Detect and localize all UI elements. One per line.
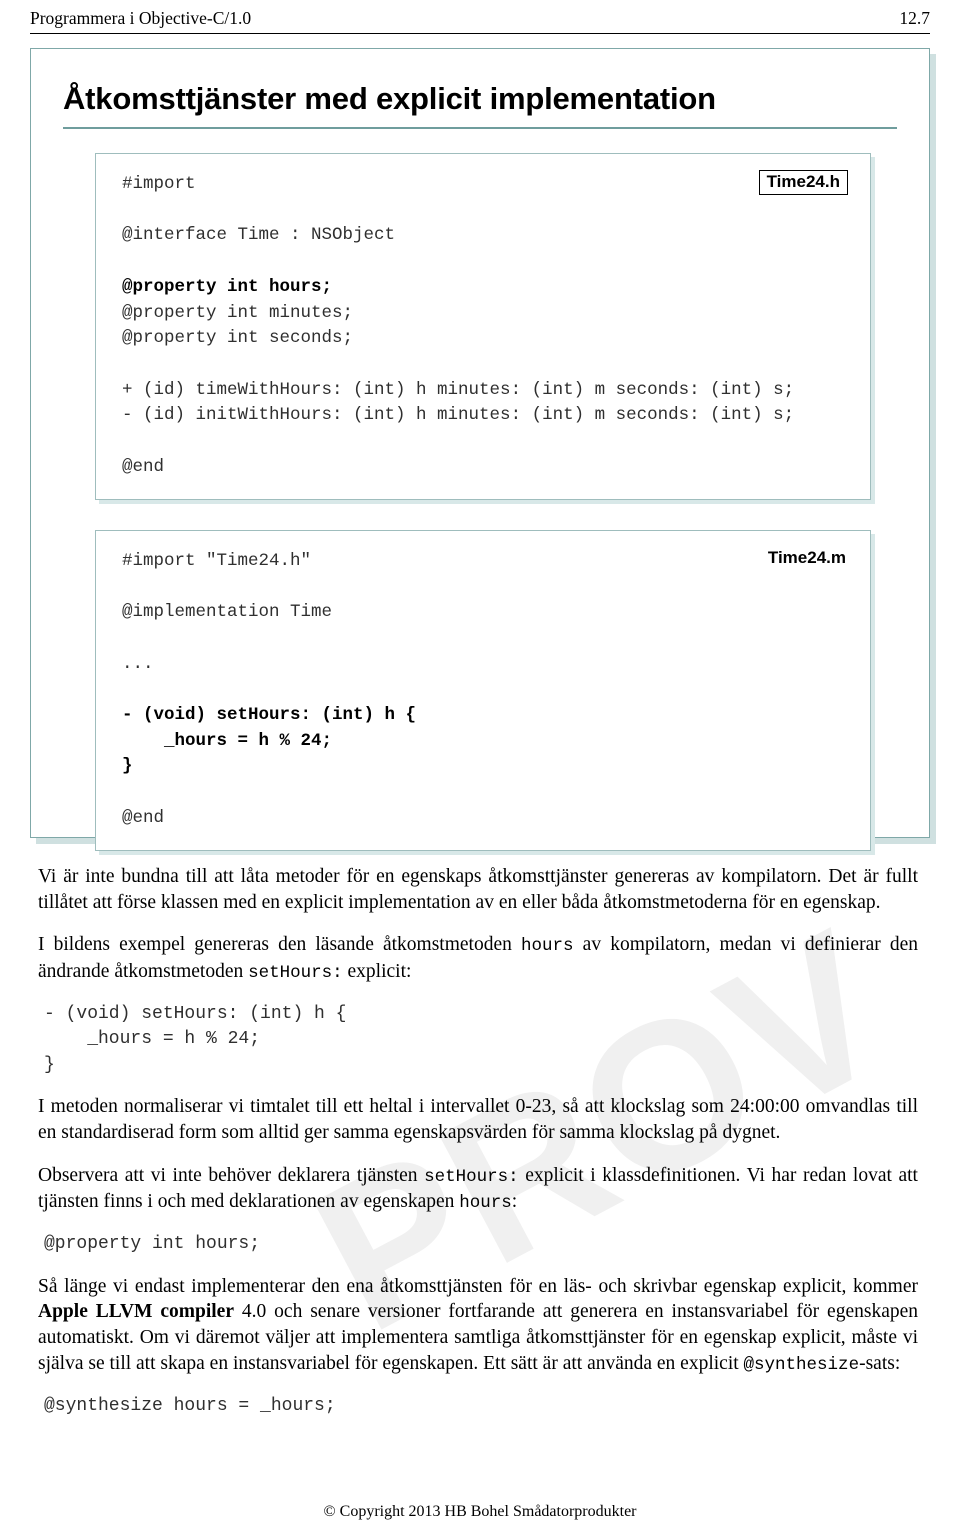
inline-code-sethours-2: setHours: bbox=[424, 1166, 519, 1187]
code-block-header-file: Time24.h #import @interface Time : NSObj… bbox=[95, 153, 871, 500]
code-text-time24-m: #import "Time24.h" @implementation Time … bbox=[122, 550, 417, 828]
body-code-property-hours: @property int hours; bbox=[44, 1233, 261, 1254]
body-code-synthesize: @synthesize hours = _hours; bbox=[44, 1395, 336, 1416]
paragraph-2-part-c: explicit: bbox=[342, 960, 412, 982]
slide-container: Åtkomsttjänster med explicit implementat… bbox=[30, 48, 930, 851]
header-page-number: 12.7 bbox=[899, 8, 930, 28]
slide: Åtkomsttjänster med explicit implementat… bbox=[30, 48, 930, 851]
paragraph-5-part-c: -sats: bbox=[859, 1352, 901, 1374]
code-block-implementation-file: Time24.m #import "Time24.h" @implementat… bbox=[95, 529, 871, 851]
body-text: Vi är inte bundna till att låta metoder … bbox=[38, 864, 918, 1419]
file-tag-time24-m: Time24.m bbox=[765, 546, 848, 570]
code-text-time24-h: #import @interface Time : NSObject @prop… bbox=[122, 174, 795, 477]
page: Programmera i Objective-C/1.0 12.7 Åtkom… bbox=[0, 0, 960, 1539]
body-code-sethours: - (void) setHours: (int) h { _hours = h … bbox=[44, 1003, 347, 1075]
inline-code-hours: hours bbox=[521, 936, 574, 957]
slide-title-divider bbox=[63, 127, 897, 129]
inline-code-sethours: setHours: bbox=[248, 962, 343, 983]
paragraph-4: Observera att vi inte behöver deklarera … bbox=[38, 1163, 918, 1215]
page-header: Programmera i Objective-C/1.0 12.7 bbox=[28, 0, 932, 33]
inline-code-hours-2: hours bbox=[459, 1192, 512, 1213]
paragraph-5-part-a: Så länge vi endast implementerar den ena… bbox=[38, 1275, 918, 1297]
header-divider bbox=[30, 33, 930, 34]
paragraph-4-part-c: : bbox=[511, 1190, 518, 1212]
paragraph-3: I metoden normaliserar vi timtalet till … bbox=[38, 1096, 918, 1144]
paragraph-2: I bildens exempel genereras den läsande … bbox=[38, 932, 918, 984]
inline-code-synthesize: @synthesize bbox=[743, 1354, 860, 1375]
slide-title: Åtkomsttjänster med explicit implementat… bbox=[63, 81, 716, 116]
paragraph-4-part-a: Observera att vi inte behöver deklarera … bbox=[38, 1164, 425, 1186]
page-footer: © Copyright 2013 HB Bohel Smådatorproduk… bbox=[323, 1503, 637, 1520]
paragraph-1: Vi är inte bundna till att låta metoder … bbox=[38, 866, 918, 913]
header-left-title: Programmera i Objective-C/1.0 bbox=[30, 8, 252, 28]
file-tag-time24-h: Time24.h bbox=[758, 170, 848, 195]
paragraph-2-part-a: I bildens exempel genereras den läsande … bbox=[38, 934, 522, 956]
paragraph-5: Så länge vi endast implementerar den ena… bbox=[38, 1274, 918, 1377]
compiler-name: Apple LLVM compiler bbox=[38, 1301, 234, 1323]
